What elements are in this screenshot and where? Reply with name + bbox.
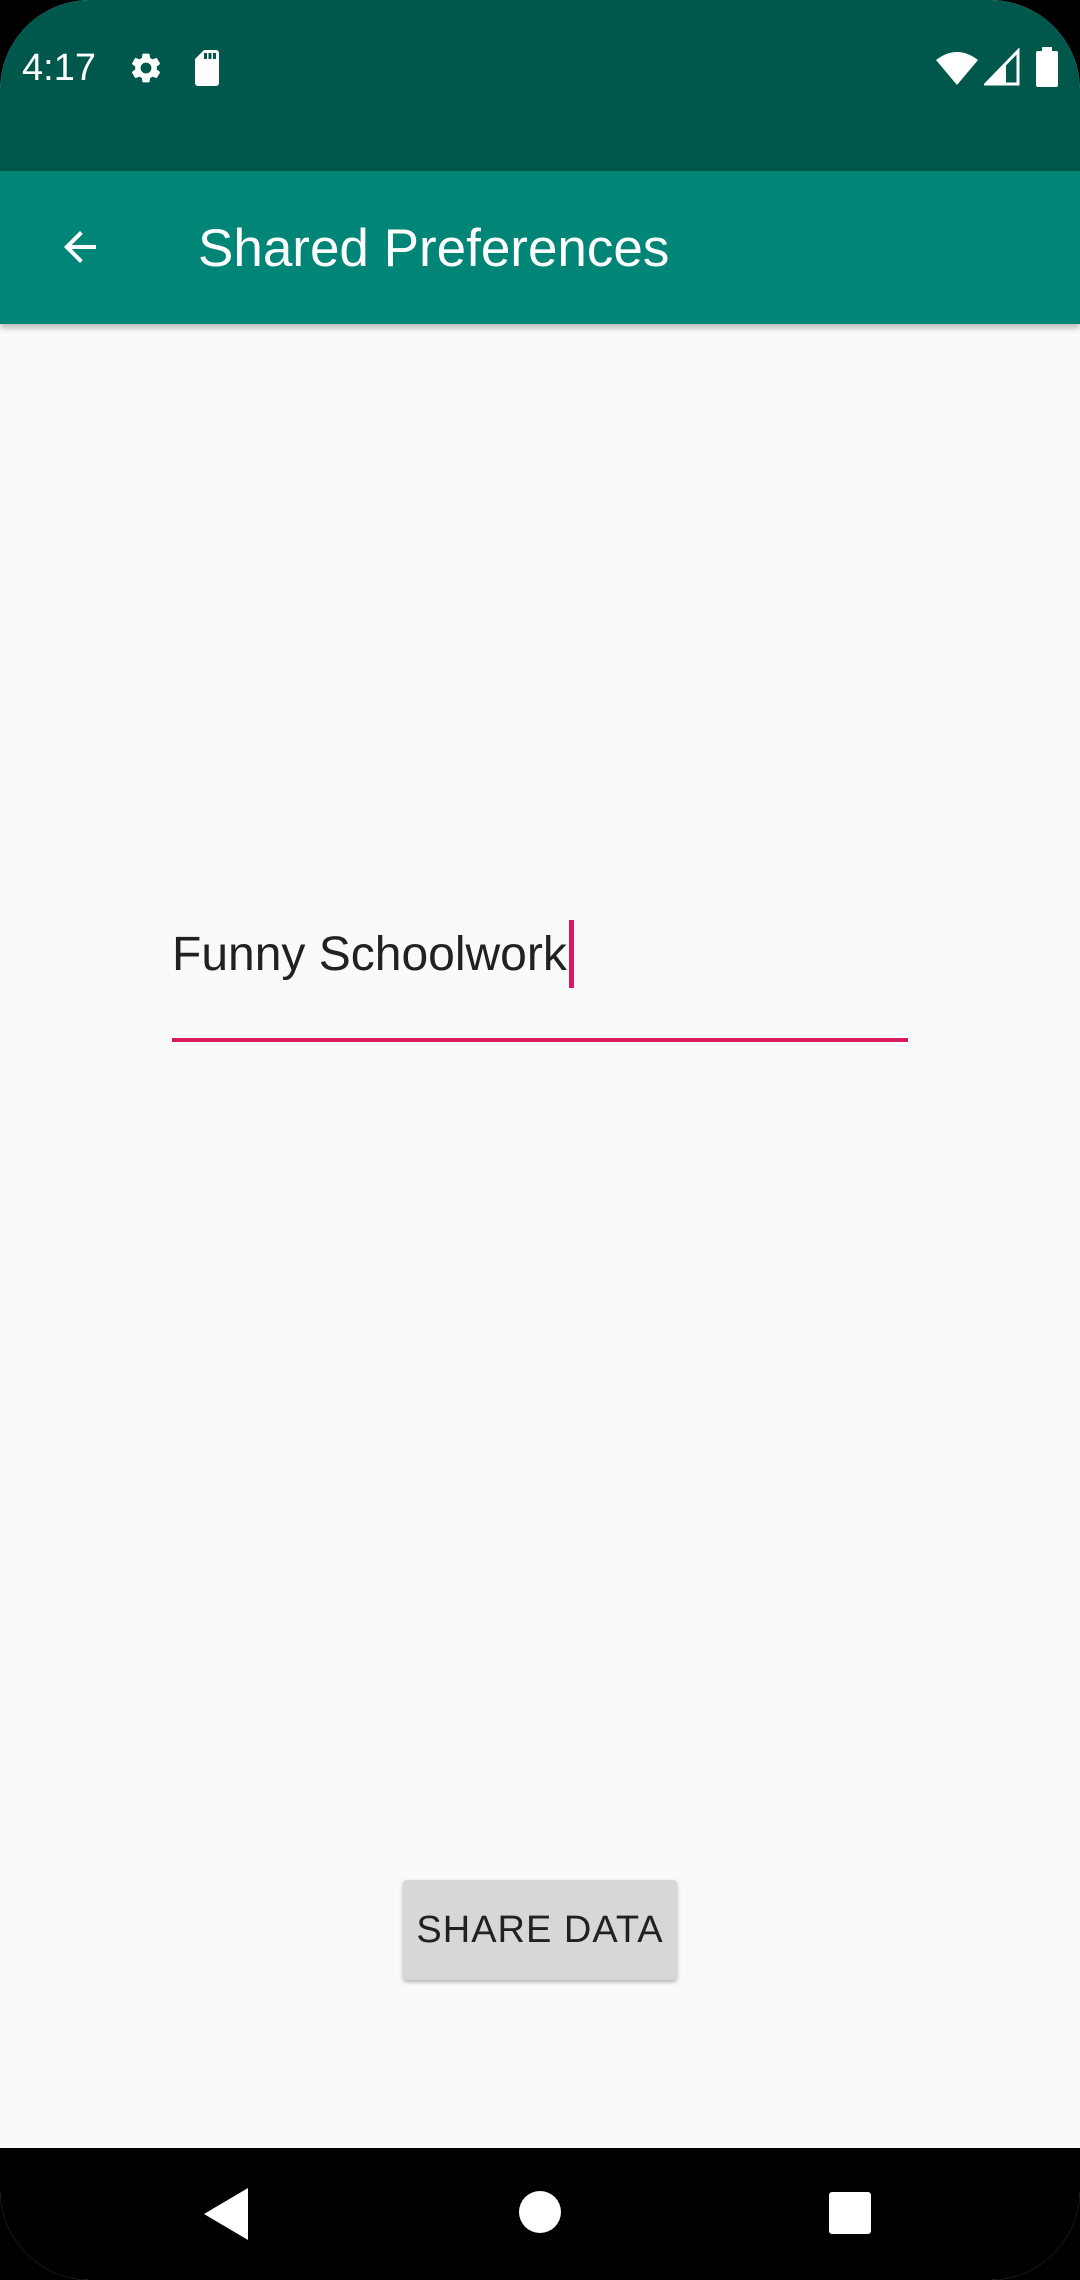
- nav-home-icon[interactable]: [518, 2190, 562, 2234]
- text-input-underline: [172, 1038, 908, 1042]
- sdcard-icon: [195, 50, 219, 86]
- text-input-value: Funny Schoolwork: [172, 894, 574, 1014]
- text-cursor: [568, 920, 574, 988]
- phone-screen: 4:17 Shared Preferences Funny Schoolwork…: [0, 0, 1080, 2280]
- main-content: Funny Schoolwork SHARE DATA: [0, 324, 1080, 2148]
- text-input[interactable]: Funny Schoolwork: [172, 894, 908, 1014]
- share-data-button[interactable]: SHARE DATA: [403, 1880, 677, 1980]
- nav-back-icon[interactable]: [204, 2188, 248, 2240]
- wifi-icon: [936, 52, 978, 85]
- status-time: 4:17: [22, 47, 96, 89]
- signal-icon: [984, 48, 1020, 86]
- status-bar: 4:17: [0, 0, 1080, 171]
- text-input-text: Funny Schoolwork: [172, 927, 567, 981]
- nav-recents-icon[interactable]: [829, 2192, 871, 2234]
- gear-icon: [131, 53, 161, 83]
- arrow-back-icon: [64, 231, 96, 263]
- battery-icon: [1036, 47, 1058, 87]
- page-title: Shared Preferences: [198, 219, 670, 278]
- navigation-bar: [0, 2148, 1080, 2280]
- back-button[interactable]: [40, 207, 120, 287]
- app-bar: Shared Preferences: [0, 171, 1080, 324]
